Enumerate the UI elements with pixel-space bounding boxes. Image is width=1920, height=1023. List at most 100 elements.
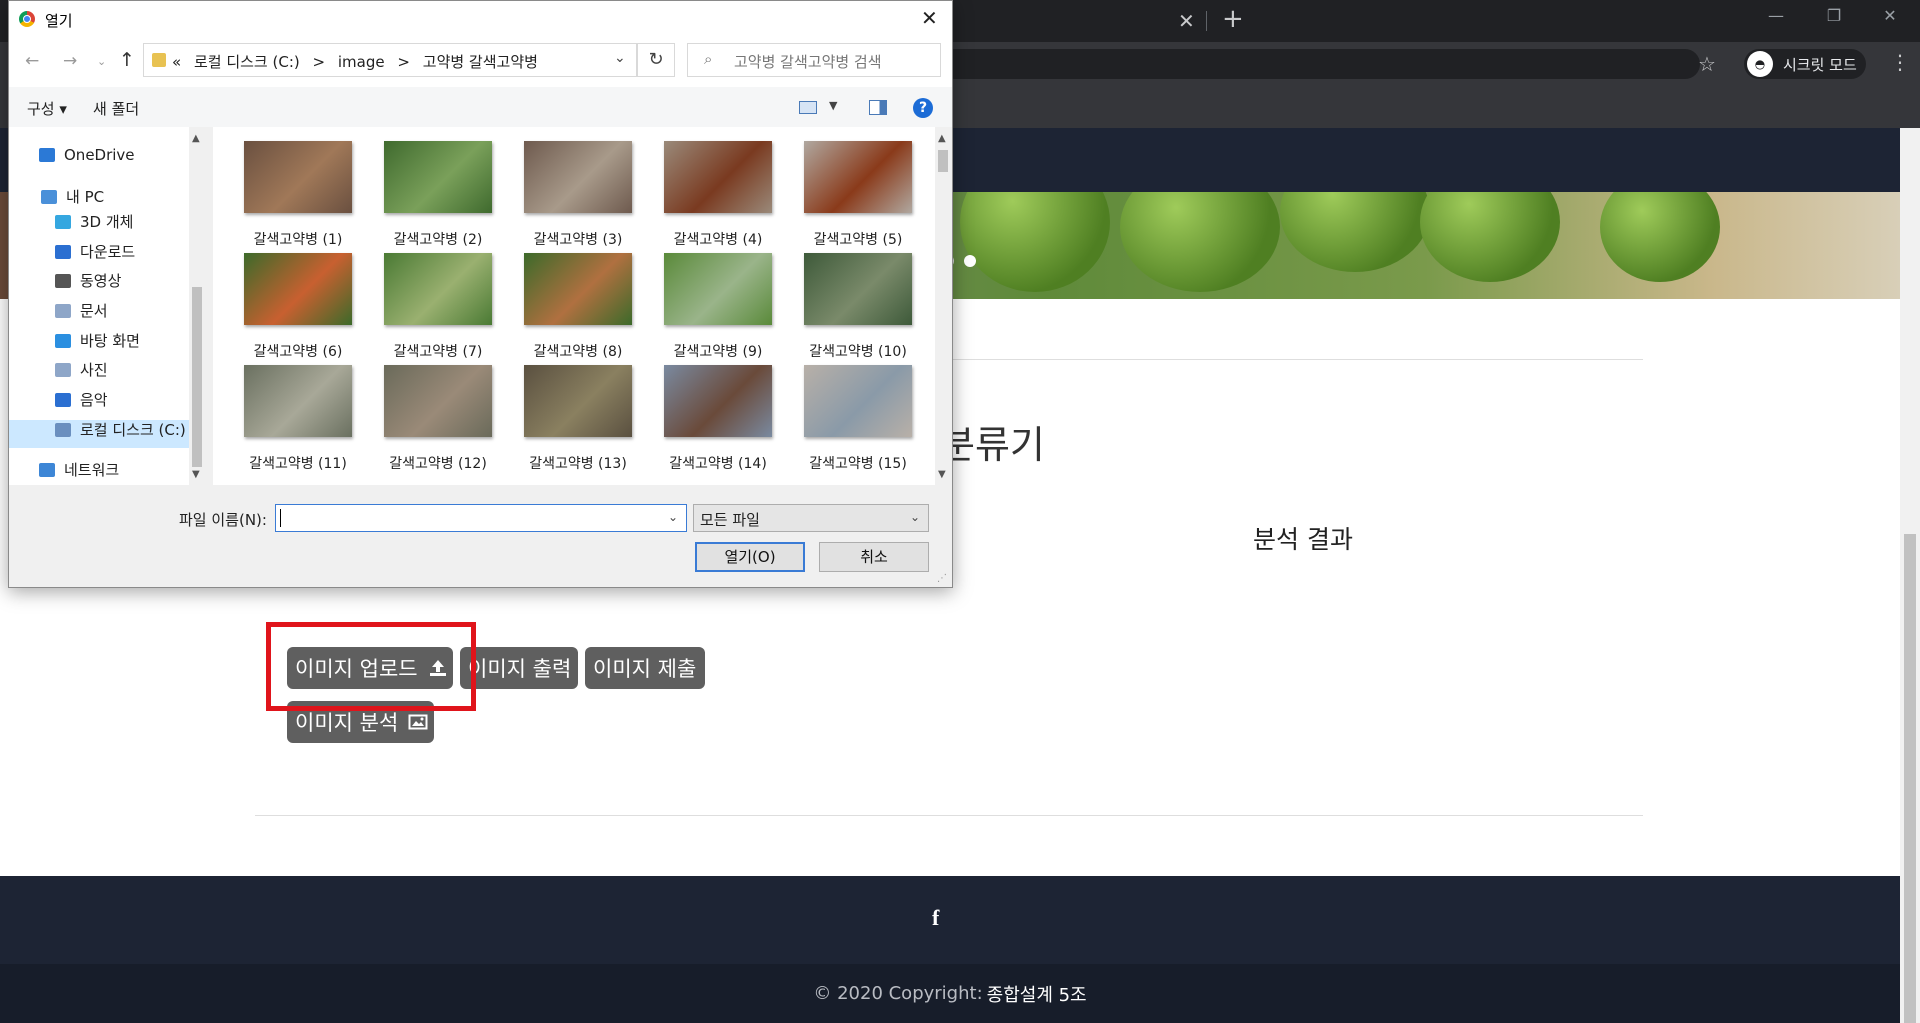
- file-name: 갈색고약병 (6): [253, 344, 343, 360]
- carousel-indicator-active[interactable]: [964, 255, 976, 267]
- nav-item[interactable]: OneDrive: [39, 146, 135, 164]
- forward-arrow-icon[interactable]: →: [63, 51, 77, 71]
- image-thumbnail: [804, 365, 912, 437]
- file-item[interactable]: 갈색고약병 (5): [783, 141, 913, 251]
- bookmark-star-icon[interactable]: ☆: [1698, 52, 1716, 76]
- new-tab-button[interactable]: +: [1222, 4, 1244, 34]
- facebook-icon[interactable]: f: [932, 905, 939, 931]
- file-item[interactable]: 갈색고약병 (7): [363, 253, 493, 363]
- nav-item-label: 3D 개체: [80, 213, 134, 231]
- file-item[interactable]: 갈색고약병 (9): [643, 253, 773, 363]
- drive-icon: [55, 422, 71, 437]
- browser-menu-icon[interactable]: ⋮: [1890, 50, 1910, 74]
- breadcrumb-item[interactable]: image: [338, 53, 385, 71]
- tab-close-icon[interactable]: ✕: [1178, 9, 1195, 33]
- cube-icon: [55, 214, 71, 229]
- restore-icon[interactable]: ❐: [1814, 6, 1854, 25]
- image-submit-button[interactable]: 이미지 제출: [585, 647, 705, 689]
- nav-item[interactable]: 네트워크: [39, 459, 119, 480]
- breadcrumb-separator[interactable]: >: [397, 53, 410, 71]
- nav-item[interactable]: 내 PC: [41, 186, 104, 207]
- copyright-brand-link[interactable]: 종합설계 5조: [987, 981, 1087, 1007]
- open-button[interactable]: 열기(O): [695, 542, 805, 572]
- file-item[interactable]: 갈색고약병 (8): [503, 253, 633, 363]
- scroll-up-icon[interactable]: ▲: [938, 133, 946, 144]
- file-item[interactable]: 갈색고약병 (12): [363, 365, 493, 475]
- incognito-indicator[interactable]: ◓ 시크릿 모드: [1744, 49, 1866, 79]
- image-thumbnail: [664, 365, 772, 437]
- nav-item[interactable]: 바탕 화면: [55, 330, 140, 351]
- file-item[interactable]: 갈색고약병 (1): [223, 141, 353, 251]
- nav-item[interactable]: 문서: [55, 300, 108, 321]
- view-dropdown-icon[interactable]: ▼: [829, 99, 837, 112]
- file-item[interactable]: 갈색고약병 (11): [223, 365, 353, 475]
- file-item[interactable]: 갈색고약병 (6): [223, 253, 353, 363]
- nav-item-label: 네트워크: [64, 461, 120, 479]
- breadcrumb-overflow[interactable]: «: [172, 53, 181, 71]
- nav-item[interactable]: 사진: [55, 359, 108, 380]
- file-item[interactable]: 갈색고약병 (4): [643, 141, 773, 251]
- dialog-search-input[interactable]: ⌕ 고약병 갈색고약병 검색: [687, 43, 941, 77]
- incognito-label: 시크릿 모드: [1783, 55, 1857, 74]
- nav-scrollbar-thumb[interactable]: [192, 287, 202, 467]
- nav-item-label: 사진: [80, 361, 108, 379]
- cloud-icon: [39, 148, 55, 162]
- submit-button-label: 이미지 제출: [593, 657, 697, 681]
- file-item[interactable]: 갈색고약병 (10): [783, 253, 913, 363]
- file-item[interactable]: 갈색고약병 (15): [783, 365, 913, 475]
- file-item[interactable]: 갈색고약병 (13): [503, 365, 633, 475]
- image-thumbnail: [244, 141, 352, 213]
- cancel-button[interactable]: 취소: [819, 542, 929, 572]
- preview-pane-icon[interactable]: [869, 100, 887, 115]
- dialog-close-icon[interactable]: ✕: [921, 6, 938, 30]
- dialog-path-box[interactable]: « 로컬 디스크 (C:) > image > 고약병 갈색고약병 ⌄: [143, 43, 637, 77]
- breadcrumb-item[interactable]: 고약병 갈색고약병: [423, 53, 538, 71]
- fruit-decoration: [1120, 192, 1280, 292]
- image-thumbnail: [524, 253, 632, 325]
- file-name: 갈색고약병 (15): [809, 456, 907, 472]
- scroll-up-icon[interactable]: ▲: [192, 133, 200, 144]
- scroll-down-icon[interactable]: ▼: [938, 469, 946, 480]
- breadcrumb-item[interactable]: 로컬 디스크 (C:): [194, 53, 300, 71]
- file-item[interactable]: 갈색고약병 (3): [503, 141, 633, 251]
- nav-item[interactable]: 다운로드: [55, 241, 135, 262]
- file-name: 갈색고약병 (7): [393, 344, 483, 360]
- view-options-icon[interactable]: [799, 101, 817, 114]
- files-scrollbar[interactable]: [935, 127, 951, 485]
- image-print-button[interactable]: 이미지 출력: [460, 647, 578, 689]
- nav-item[interactable]: 음악: [55, 389, 108, 410]
- chevron-down-icon[interactable]: ⌄: [668, 510, 678, 524]
- nav-item-label: 문서: [80, 302, 108, 320]
- back-arrow-icon[interactable]: ←: [25, 51, 39, 71]
- nav-item[interactable]: 로컬 디스크 (C:): [55, 419, 186, 440]
- breadcrumb-separator[interactable]: >: [313, 53, 326, 71]
- image-thumbnail: [804, 253, 912, 325]
- nav-item[interactable]: 3D 개체: [55, 211, 133, 232]
- tab-separator: [1206, 11, 1207, 31]
- file-name: 갈색고약병 (11): [249, 456, 347, 472]
- nav-item-label: 바탕 화면: [80, 332, 140, 350]
- nav-item[interactable]: 동영상: [55, 270, 121, 291]
- image-thumbnail: [244, 253, 352, 325]
- new-folder-button[interactable]: 새 폴더: [93, 98, 139, 119]
- minimize-icon[interactable]: —: [1756, 6, 1796, 25]
- window-close-icon[interactable]: ✕: [1870, 6, 1910, 25]
- organize-menu[interactable]: 구성 ▾: [27, 98, 67, 119]
- resize-grip-icon[interactable]: ⋰: [937, 573, 947, 584]
- address-bar[interactable]: [940, 49, 1700, 79]
- recent-dropdown-icon[interactable]: ⌄: [97, 55, 106, 68]
- nav-item-label: 내 PC: [66, 188, 105, 206]
- file-type-select[interactable]: 모든 파일 ⌄: [693, 504, 929, 532]
- file-item[interactable]: 갈색고약병 (14): [643, 365, 773, 475]
- refresh-icon[interactable]: ↻: [637, 43, 675, 77]
- files-scrollbar-thumb[interactable]: [938, 150, 948, 172]
- chevron-down-icon[interactable]: ⌄: [614, 50, 626, 66]
- scroll-down-icon[interactable]: ▼: [192, 469, 200, 480]
- image-thumbnail: [384, 365, 492, 437]
- file-item[interactable]: 갈색고약병 (2): [363, 141, 493, 251]
- page-scrollbar-thumb[interactable]: [1904, 534, 1916, 1023]
- filename-input[interactable]: ⌄: [275, 504, 687, 532]
- up-arrow-icon[interactable]: ↑: [119, 49, 135, 71]
- chrome-icon: [19, 11, 35, 27]
- help-icon[interactable]: ?: [913, 98, 933, 118]
